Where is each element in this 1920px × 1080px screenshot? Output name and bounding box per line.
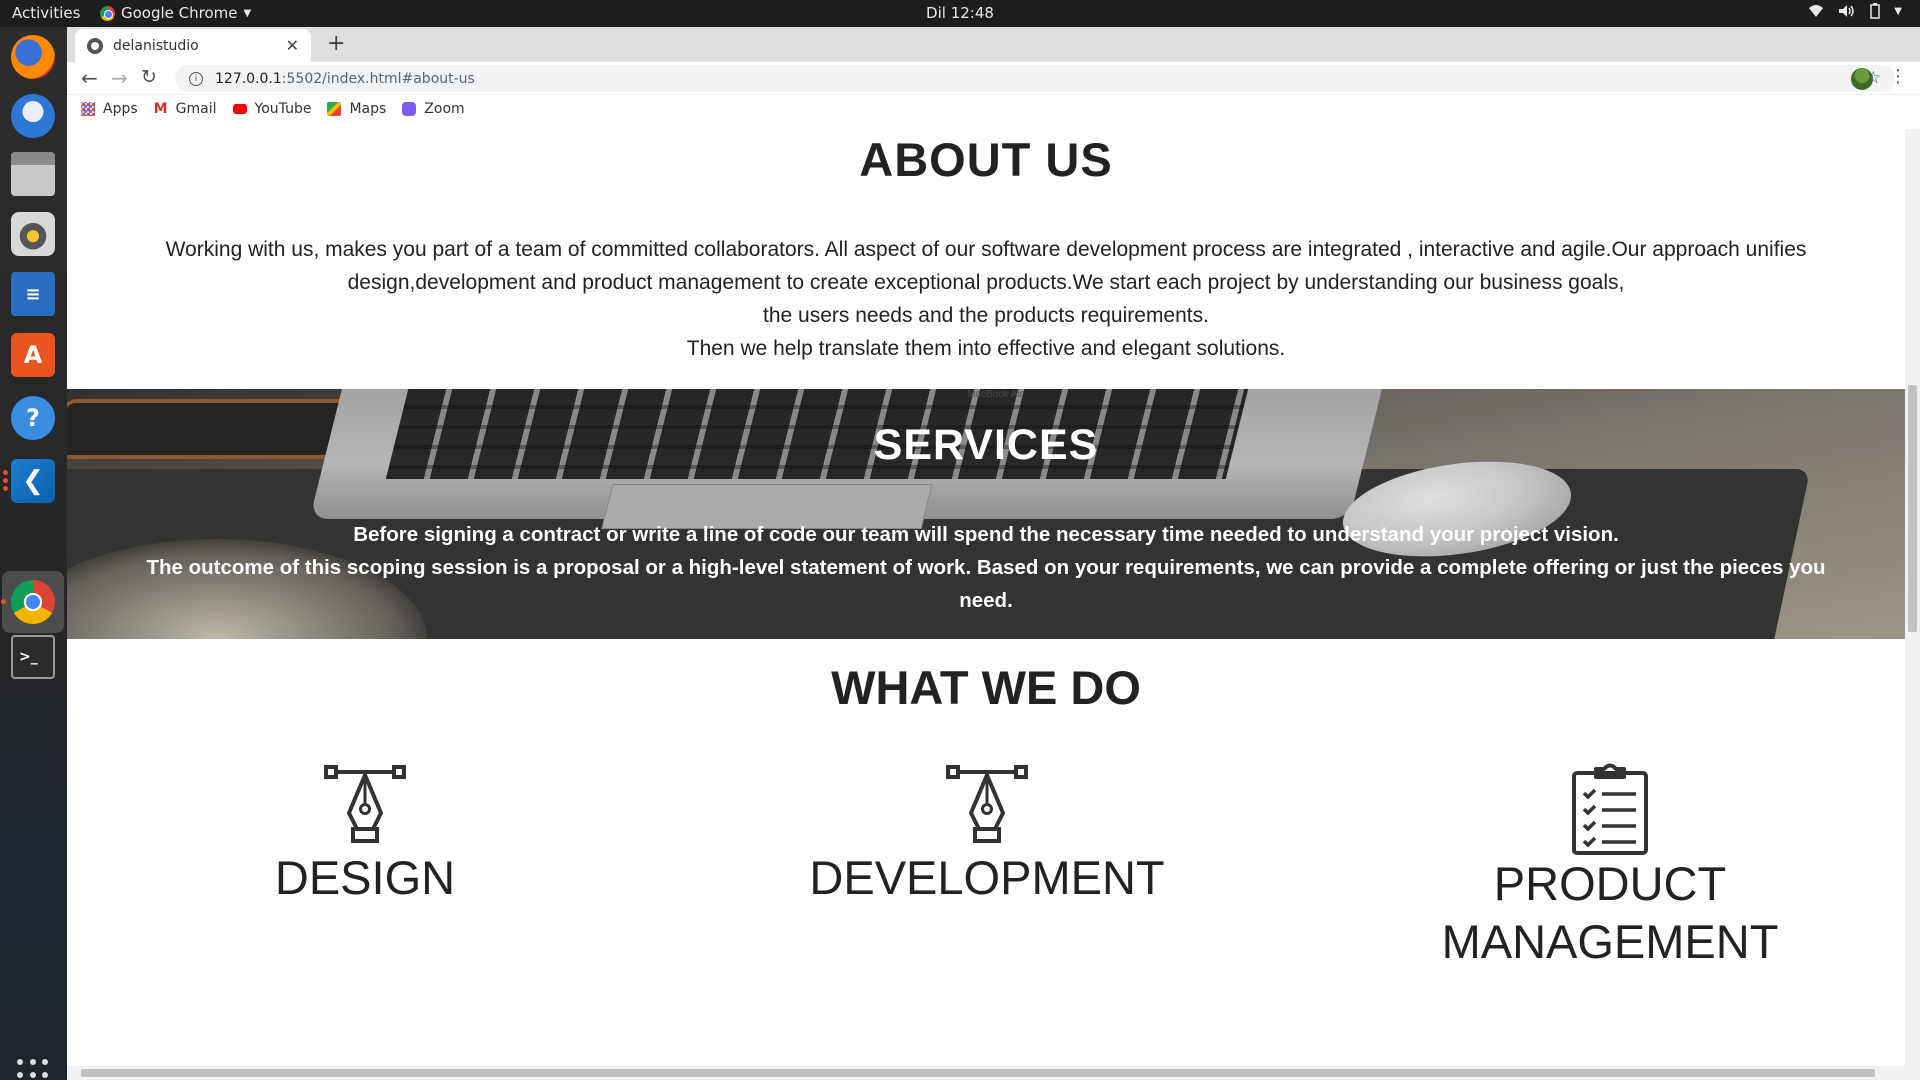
address-bar[interactable]: i 127.0.0.1:5502/index.html#about-us ☆ xyxy=(175,65,1895,92)
firefox-icon xyxy=(11,35,55,79)
scrollbar-thumb[interactable] xyxy=(81,1069,1875,1077)
about-line: design,development and product managemen… xyxy=(347,271,1625,294)
feature-product-management: PRODUCT MANAGEMENT xyxy=(1350,763,1870,971)
clipboard-checklist-icon xyxy=(1572,763,1648,855)
what-we-do-heading: WHAT WE DO xyxy=(831,661,1141,714)
system-tray[interactable]: ▼ xyxy=(1808,3,1902,19)
feature-label: DESIGN xyxy=(274,851,456,904)
scrollbar-thumb[interactable] xyxy=(1908,385,1917,632)
services-heading: SERVICES xyxy=(873,421,1099,469)
tab-strip: delanistudio ✕ + xyxy=(67,27,1920,62)
tab-delanistudio[interactable]: delanistudio ✕ xyxy=(75,29,311,62)
bookmark-label: Maps xyxy=(349,101,387,117)
wifi-icon xyxy=(1809,5,1824,17)
globe-icon xyxy=(87,37,103,54)
bookmark-apps[interactable]: Apps xyxy=(81,101,138,117)
page-viewport: ABOUT US Working with us, makes you part… xyxy=(67,129,1905,1066)
feature-development: DEVELOPMENT xyxy=(727,763,1247,907)
gmail-icon: M xyxy=(153,101,168,117)
pen-tool-icon xyxy=(946,765,1028,843)
running-indicator-icon xyxy=(3,470,8,475)
site-info-icon[interactable]: i xyxy=(189,71,203,86)
system-top-bar: Activities Google Chrome ▼ Dil 12:48 ▼ xyxy=(0,0,1920,27)
url-path: :5502/index.html#about-us xyxy=(281,70,475,87)
about-line: Then we help translate them into effecti… xyxy=(686,337,1286,360)
about-us-heading: ABOUT US xyxy=(859,133,1113,186)
bookmark-zoom[interactable]: Zoom xyxy=(402,101,465,117)
services-section: MacBook Air SERVICES Before signing a co… xyxy=(67,389,1905,639)
bookmark-label: Apps xyxy=(103,101,138,117)
url-host: 127.0.0.1 xyxy=(215,70,282,87)
dock-terminal[interactable]: >_ xyxy=(8,632,58,682)
apps-grid-icon xyxy=(81,102,95,116)
battery-icon xyxy=(1870,3,1881,19)
chrome-icon xyxy=(11,580,55,624)
browser-toolbar: ← → ↻ i 127.0.0.1:5502/index.html#about-… xyxy=(67,62,1920,95)
maps-icon xyxy=(327,102,342,116)
back-arrow-icon[interactable]: ← xyxy=(81,66,98,90)
dock-help[interactable]: ? xyxy=(8,393,58,443)
feature-design: DESIGN xyxy=(105,763,625,907)
new-tab-button[interactable]: + xyxy=(327,31,345,56)
volume-icon xyxy=(1839,5,1855,17)
chrome-menu-icon[interactable]: ⋮ xyxy=(1889,66,1907,87)
dock-chrome[interactable] xyxy=(1,571,64,633)
running-indicator-icon xyxy=(3,486,8,491)
bookmark-label: Gmail xyxy=(175,101,217,117)
bookmarks-bar: Apps M Gmail YouTube Maps Zoom xyxy=(67,95,1920,123)
feature-label: DEVELOPMENT xyxy=(809,851,1165,904)
running-indicator-icon xyxy=(3,478,8,483)
vscode-icon: ❮ xyxy=(11,459,55,503)
services-line: need. xyxy=(959,589,1013,612)
about-line: Working with us, makes you part of a tea… xyxy=(165,238,1807,261)
zoom-icon xyxy=(402,102,417,116)
bookmark-label: Zoom xyxy=(424,101,465,117)
pen-tool-icon xyxy=(324,765,406,843)
services-line: The outcome of this scoping session is a… xyxy=(146,556,1826,579)
dock-rhythmbox[interactable] xyxy=(8,209,58,259)
close-tab-icon[interactable]: ✕ xyxy=(286,36,299,55)
software-store-icon: A xyxy=(11,333,55,377)
chevron-down-icon: ▼ xyxy=(1894,5,1902,17)
file-manager-icon xyxy=(11,152,55,196)
document-writer-icon: ≡ xyxy=(11,272,55,316)
dock-firefox[interactable] xyxy=(8,32,58,82)
services-text: Before signing a contract or write a lin… xyxy=(77,518,1895,617)
thunderbird-icon xyxy=(11,94,55,138)
feature-label: PRODUCT MANAGEMENT xyxy=(1350,855,1870,971)
bookmark-label: YouTube xyxy=(254,101,312,117)
clock[interactable]: Dil 12:48 xyxy=(0,4,1920,22)
bookmark-gmail[interactable]: M Gmail xyxy=(154,101,217,117)
feature-label-line: PRODUCT xyxy=(1493,857,1727,910)
tab-title: delanistudio xyxy=(113,37,199,54)
services-line: Before signing a contract or write a lin… xyxy=(353,523,1619,546)
dock: ≡ A ? ❮ >_ xyxy=(0,27,67,1080)
show-applications-icon[interactable] xyxy=(17,1059,49,1080)
horizontal-scrollbar[interactable] xyxy=(67,1066,1920,1080)
dock-files[interactable] xyxy=(8,149,58,199)
dock-thunderbird[interactable] xyxy=(8,91,58,141)
running-indicator-icon xyxy=(1,599,6,604)
bookmark-youtube[interactable]: YouTube xyxy=(232,101,312,117)
dock-software[interactable]: A xyxy=(8,330,58,380)
about-us-text: Working with us, makes you part of a tea… xyxy=(67,233,1905,365)
speaker-icon xyxy=(11,212,55,256)
reload-icon[interactable]: ↻ xyxy=(141,66,157,88)
help-icon: ? xyxy=(11,396,55,440)
dock-writer[interactable]: ≡ xyxy=(8,269,58,319)
vertical-scrollbar[interactable] xyxy=(1905,129,1920,1066)
profile-avatar[interactable] xyxy=(1851,68,1873,90)
about-line: the users needs and the products require… xyxy=(763,304,1209,327)
terminal-icon: >_ xyxy=(11,635,55,679)
bookmark-maps[interactable]: Maps xyxy=(327,101,386,117)
feature-label-line: MANAGEMENT xyxy=(1441,915,1779,968)
dock-vscode[interactable]: ❮ xyxy=(3,456,58,506)
youtube-icon xyxy=(232,104,247,114)
forward-arrow-icon[interactable]: → xyxy=(111,66,128,90)
